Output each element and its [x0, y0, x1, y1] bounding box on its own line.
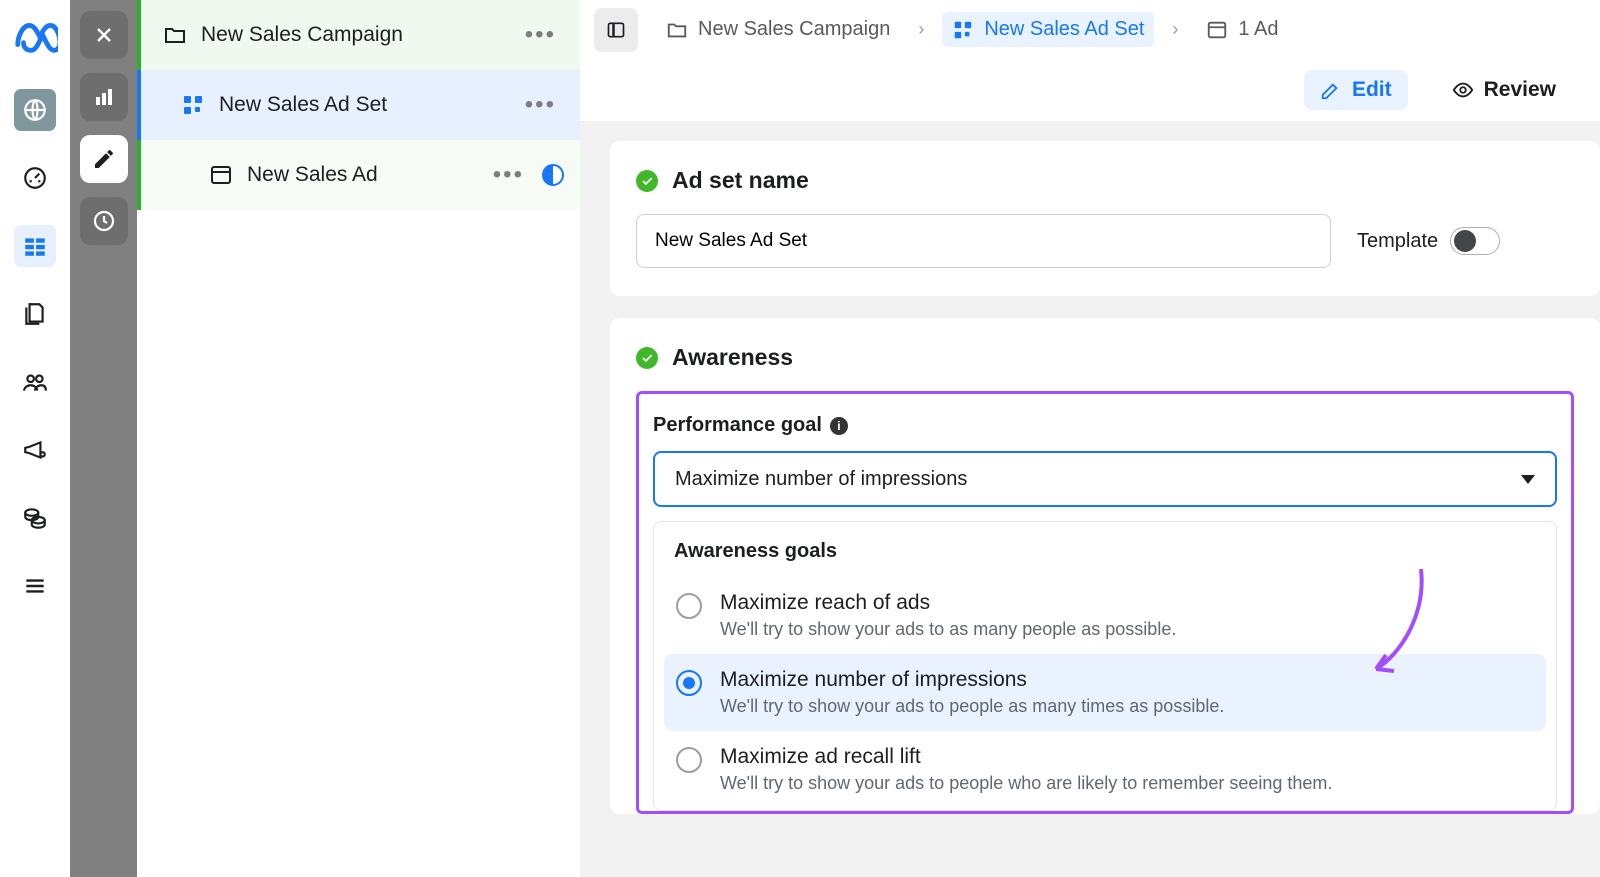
menu-icon[interactable] — [14, 565, 56, 607]
performance-goal-highlight: Performance goal i Maximize number of im… — [636, 391, 1574, 814]
tree-adset-label: New Sales Ad Set — [219, 93, 387, 117]
nav-rail — [0, 0, 70, 877]
chevron-right-icon: › — [918, 19, 924, 40]
info-icon[interactable]: i — [830, 417, 848, 435]
edit-tool-icon[interactable] — [80, 135, 128, 183]
template-label: Template — [1357, 230, 1438, 253]
edit-button-label: Edit — [1352, 78, 1392, 102]
tree-ad[interactable]: New Sales Ad ••• — [137, 140, 580, 210]
performance-goal-selected: Maximize number of impressions — [675, 468, 967, 491]
review-button-label: Review — [1484, 78, 1556, 102]
radio-icon — [676, 747, 702, 773]
radio-icon — [676, 670, 702, 696]
tree-campaign[interactable]: New Sales Campaign ••• — [137, 0, 580, 70]
megaphone-icon[interactable] — [14, 429, 56, 471]
template-toggle[interactable] — [1450, 227, 1500, 255]
more-icon[interactable]: ••• — [485, 161, 532, 189]
breadcrumb-campaign[interactable]: New Sales Campaign — [656, 12, 900, 47]
audience-icon[interactable] — [14, 361, 56, 403]
breadcrumb-ad-label: 1 Ad — [1238, 18, 1278, 41]
option-impressions[interactable]: Maximize number of impressions We'll try… — [664, 654, 1546, 731]
action-bar: Edit Review — [580, 59, 1600, 121]
adset-icon — [181, 93, 205, 117]
option-title: Maximize number of impressions — [720, 668, 1224, 692]
radio-icon — [676, 593, 702, 619]
tool-column — [70, 0, 137, 877]
adset-name-input[interactable] — [636, 214, 1331, 268]
main-panel: New Sales Campaign › New Sales Ad Set › … — [580, 0, 1600, 877]
breadcrumb-bar: New Sales Campaign › New Sales Ad Set › … — [580, 0, 1600, 59]
chart-icon[interactable] — [80, 73, 128, 121]
breadcrumb-campaign-label: New Sales Campaign — [698, 18, 890, 41]
ad-icon — [209, 163, 233, 187]
breadcrumb-adset[interactable]: New Sales Ad Set — [942, 12, 1154, 47]
awareness-card: Awareness Performance goal i Maximize nu… — [610, 318, 1600, 814]
tree-adset[interactable]: New Sales Ad Set ••• — [137, 70, 580, 140]
check-icon — [636, 347, 658, 369]
documents-icon[interactable] — [14, 293, 56, 335]
breadcrumb-adset-label: New Sales Ad Set — [984, 18, 1144, 41]
breadcrumb-ad[interactable]: 1 Ad — [1196, 12, 1288, 47]
chevron-right-icon: › — [1172, 19, 1178, 40]
panel-toggle-button[interactable] — [594, 8, 638, 52]
gauge-icon[interactable] — [14, 157, 56, 199]
check-icon — [636, 170, 658, 192]
option-title: Maximize reach of ads — [720, 591, 1176, 615]
tree-campaign-label: New Sales Campaign — [201, 23, 403, 47]
performance-goal-label: Performance goal — [653, 414, 822, 437]
performance-goal-select[interactable]: Maximize number of impressions — [653, 451, 1557, 507]
option-desc: We'll try to show your ads to people as … — [720, 696, 1224, 717]
option-desc: We'll try to show your ads to people who… — [720, 773, 1332, 794]
adset-name-title: Ad set name — [672, 167, 809, 194]
option-recall[interactable]: Maximize ad recall lift We'll try to sho… — [664, 731, 1546, 808]
option-desc: We'll try to show your ads to as many pe… — [720, 619, 1176, 640]
caret-down-icon — [1521, 475, 1535, 484]
edit-button[interactable]: Edit — [1304, 70, 1408, 110]
dropdown-group-title: Awareness goals — [664, 536, 1546, 577]
content-scroll: Ad set name Template Awareness — [580, 121, 1600, 877]
globe-icon[interactable] — [14, 89, 56, 131]
folder-icon — [163, 23, 187, 47]
more-icon[interactable]: ••• — [517, 91, 564, 119]
option-title: Maximize ad recall lift — [720, 745, 1332, 769]
more-icon[interactable]: ••• — [517, 21, 564, 49]
awareness-title: Awareness — [672, 344, 793, 371]
review-button[interactable]: Review — [1436, 70, 1572, 110]
history-icon[interactable] — [80, 197, 128, 245]
coins-icon[interactable] — [14, 497, 56, 539]
adset-name-card: Ad set name Template — [610, 141, 1600, 296]
close-button[interactable] — [80, 11, 128, 59]
tree-ad-label: New Sales Ad — [247, 163, 378, 187]
option-reach[interactable]: Maximize reach of ads We'll try to show … — [664, 577, 1546, 654]
table-grid-icon[interactable] — [14, 225, 56, 267]
status-half-icon — [542, 164, 564, 186]
meta-logo-icon — [12, 12, 58, 63]
structure-tree: New Sales Campaign ••• New Sales Ad Set … — [137, 0, 580, 877]
performance-goal-dropdown: Awareness goals Maximize reach of ads We… — [653, 521, 1557, 811]
